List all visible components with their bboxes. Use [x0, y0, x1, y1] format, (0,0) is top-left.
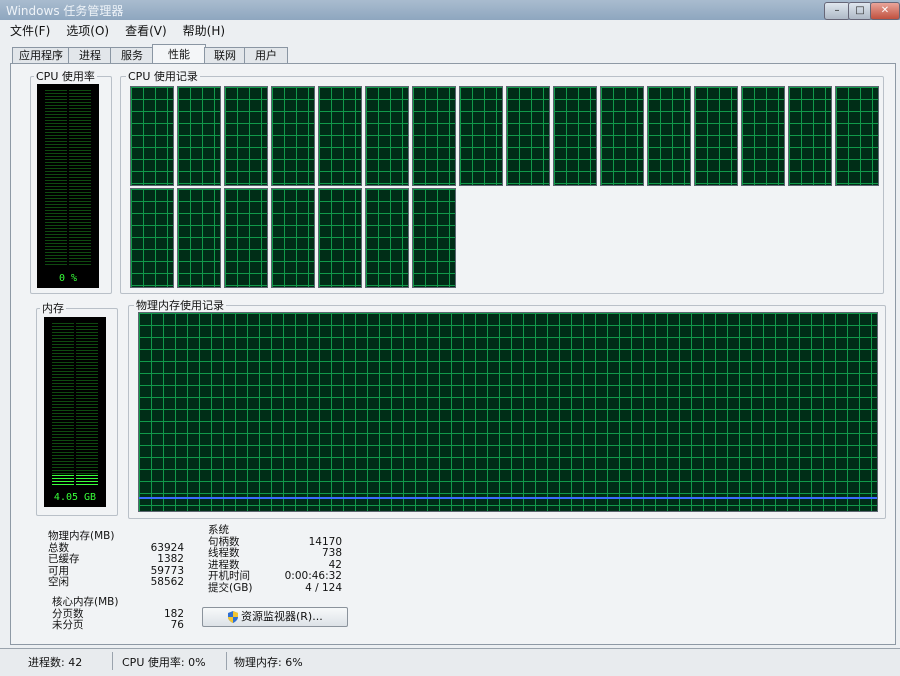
- status-divider: [112, 652, 113, 670]
- close-button[interactable]: ✕: [870, 2, 900, 20]
- stat-row: 开机时间 0:00:46:32: [208, 570, 342, 582]
- cpu-core-history-graph: [130, 188, 174, 288]
- cpu-core-history-graph: [694, 86, 738, 186]
- physical-memory-stats: 物理内存(MB) 总数 63924 已缓存 1382 可用 59773 空闲 58562: [48, 530, 184, 589]
- status-processes: 进程数: 42: [28, 656, 83, 669]
- cpu-core-history-graph: [600, 86, 644, 186]
- cpu-usage-value: 0 %: [58, 273, 78, 284]
- maximize-button[interactable]: □: [848, 2, 872, 20]
- resource-monitor-button[interactable]: 资源监视器(R)...: [202, 607, 348, 627]
- cpu-core-history-graph: [788, 86, 832, 186]
- menu-options[interactable]: 选项(O): [56, 21, 115, 39]
- memory-history-line: [139, 497, 877, 500]
- physical-memory-heading: 物理内存(MB): [48, 530, 115, 542]
- cpu-core-history-graph: [412, 86, 456, 186]
- cpu-core-history-graph: [553, 86, 597, 186]
- title-bar[interactable]: Windows 任务管理器 – □ ✕: [0, 0, 900, 20]
- status-divider: [226, 652, 227, 670]
- kernel-memory-stats: 核心内存(MB) 分页数 182 未分页 76: [52, 596, 184, 632]
- system-stats: 系统 句柄数 14170 线程数 738 进程数 42 开机时间 0:00:46:32 …: [208, 524, 342, 594]
- cpu-usage-label: CPU 使用率: [34, 68, 97, 84]
- stat-row: 提交(GB) 4 / 124: [208, 581, 342, 594]
- cpu-history-label: CPU 使用记录: [126, 68, 200, 84]
- system-heading: 系统: [208, 524, 229, 536]
- cpu-core-history-graph: [459, 86, 503, 186]
- memory-history-graph: [138, 312, 878, 512]
- cpu-core-history-graph: [271, 188, 315, 288]
- kernel-memory-heading: 核心内存(MB): [52, 596, 119, 608]
- menu-bar: 文件(F) 选项(O) 查看(V) 帮助(H): [0, 21, 900, 39]
- status-memory: 物理内存: 6%: [234, 656, 303, 669]
- cpu-core-history-graph: [224, 188, 268, 288]
- cpu-core-history-graph: [177, 86, 221, 186]
- cpu-core-history-graph: [271, 86, 315, 186]
- tab-services[interactable]: 服务: [110, 47, 154, 64]
- stat-row: 未分页 76: [52, 619, 184, 631]
- cpu-core-history-graph: [412, 188, 456, 288]
- menu-file[interactable]: 文件(F): [0, 21, 56, 39]
- task-manager-window: Windows 任务管理器 – □ ✕ 文件(F) 选项(O) 查看(V) 帮助…: [0, 0, 900, 676]
- cpu-core-history-graph: [318, 188, 362, 288]
- cpu-core-history-graph: [365, 86, 409, 186]
- window-title: Windows 任务管理器: [6, 4, 124, 18]
- stat-row: 空闲 58562: [48, 576, 184, 588]
- tab-processes[interactable]: 进程: [68, 47, 112, 64]
- stat-row: 线程数 738: [208, 547, 342, 559]
- cpu-core-history-graph: [506, 86, 550, 186]
- tab-performance[interactable]: 性能: [152, 44, 206, 65]
- cpu-core-history-graph: [647, 86, 691, 186]
- cpu-usage-meter: 0 %: [37, 84, 99, 288]
- cpu-core-history-graph: [130, 86, 174, 186]
- memory-value: 4.05 GB: [53, 492, 97, 503]
- tab-applications[interactable]: 应用程序: [12, 47, 70, 64]
- status-cpu: CPU 使用率: 0%: [122, 656, 206, 669]
- cpu-core-history-graph: [365, 188, 409, 288]
- uac-shield-icon: [228, 611, 238, 623]
- menu-help[interactable]: 帮助(H): [173, 21, 231, 39]
- tab-networking[interactable]: 联网: [204, 47, 246, 64]
- cpu-core-history-graph: [177, 188, 221, 288]
- stat-row: 已缓存 1382: [48, 553, 184, 565]
- cpu-core-history-graph: [318, 86, 362, 186]
- memory-label: 内存: [40, 300, 66, 316]
- menu-view[interactable]: 查看(V): [115, 21, 173, 39]
- memory-meter: 4.05 GB: [44, 317, 106, 507]
- cpu-core-history-graph: [741, 86, 785, 186]
- cpu-core-history-graph: [224, 86, 268, 186]
- cpu-core-history-graph: [835, 86, 879, 186]
- memory-history-label: 物理内存使用记录: [134, 297, 226, 313]
- resource-monitor-label: 资源监视器(R)...: [241, 610, 323, 623]
- minimize-button[interactable]: –: [824, 2, 850, 20]
- status-bar: 进程数: 42 CPU 使用率: 0% 物理内存: 6%: [0, 648, 900, 676]
- tab-users[interactable]: 用户: [244, 47, 288, 64]
